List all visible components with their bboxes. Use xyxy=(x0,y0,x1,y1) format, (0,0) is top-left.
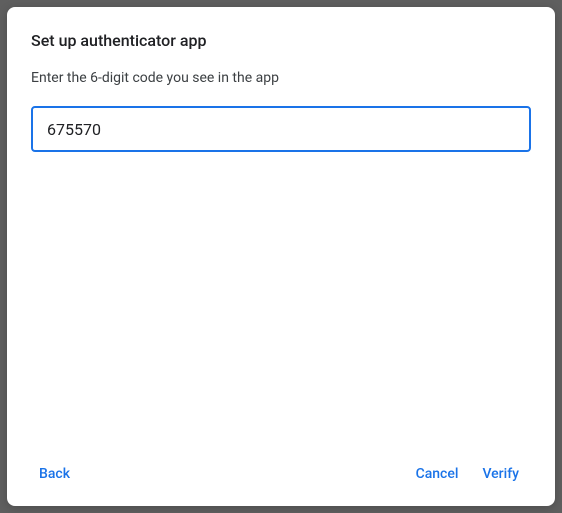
dialog-title: Set up authenticator app xyxy=(31,31,531,50)
spacer xyxy=(31,152,531,450)
cancel-button[interactable]: Cancel xyxy=(404,458,471,490)
back-button[interactable]: Back xyxy=(31,458,82,490)
verify-button[interactable]: Verify xyxy=(470,458,531,490)
dialog-instruction: Enter the 6-digit code you see in the ap… xyxy=(31,70,531,86)
authenticator-setup-dialog: Set up authenticator app Enter the 6-dig… xyxy=(7,7,555,506)
button-row: Back Cancel Verify xyxy=(31,450,531,490)
code-input[interactable] xyxy=(31,106,531,152)
